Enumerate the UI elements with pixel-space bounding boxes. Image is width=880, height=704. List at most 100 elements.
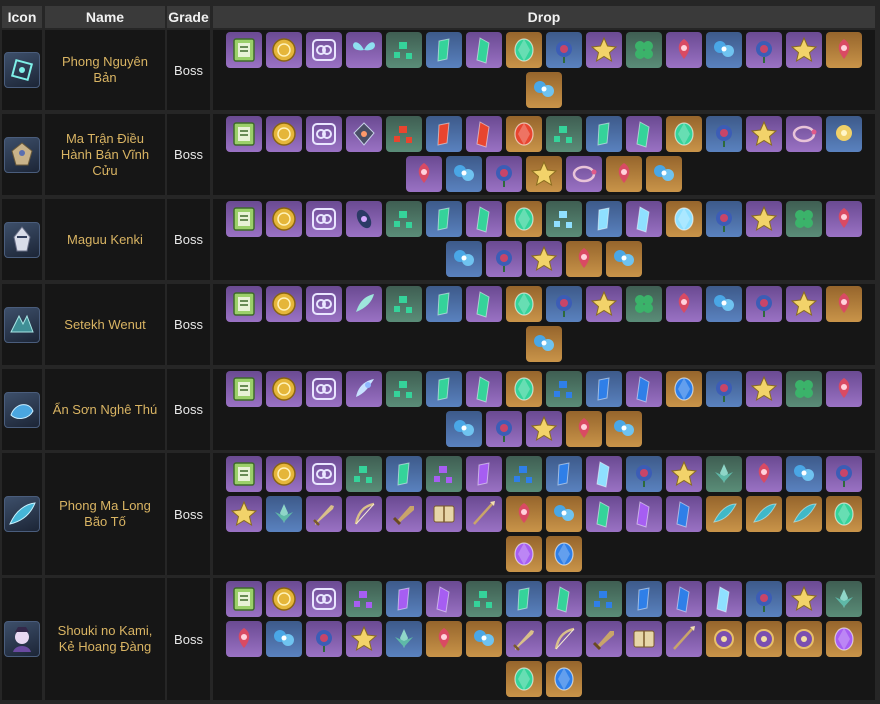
hydro-fragment-icon[interactable]: [586, 371, 622, 407]
companionship-exp-icon[interactable]: [306, 116, 342, 152]
clover-artifact-icon[interactable]: [626, 286, 662, 322]
companionship-exp-icon[interactable]: [306, 581, 342, 617]
hydro-sliver-icon[interactable]: [546, 371, 582, 407]
anemo-fragment-icon[interactable]: [426, 286, 462, 322]
blue-flower-artifact-icon[interactable]: [266, 621, 302, 657]
mora-coin-icon[interactable]: [266, 371, 302, 407]
red-flower-artifact-icon[interactable]: [226, 621, 262, 657]
polearm-weapon-icon[interactable]: [466, 496, 502, 532]
mora-coin-icon[interactable]: [266, 32, 302, 68]
red-flower-artifact-icon[interactable]: [666, 286, 702, 322]
character-exp-book-icon[interactable]: [226, 581, 262, 617]
anemo-chunk-icon[interactable]: [546, 581, 582, 617]
anemo-gemstone-icon[interactable]: [826, 496, 862, 532]
star-artifact-icon[interactable]: [666, 456, 702, 492]
electro-chunk-icon[interactable]: [626, 496, 662, 532]
character-exp-book-icon[interactable]: [226, 116, 262, 152]
blue-flower-artifact-icon[interactable]: [706, 286, 742, 322]
star-artifact-icon[interactable]: [746, 201, 782, 237]
hydro-chunk-icon[interactable]: [626, 371, 662, 407]
star-artifact-icon[interactable]: [586, 286, 622, 322]
character-exp-book-icon[interactable]: [226, 201, 262, 237]
lotus-artifact-icon[interactable]: [386, 621, 422, 657]
rose-artifact-icon[interactable]: [546, 286, 582, 322]
boss-name[interactable]: Phong Nguyên Bản: [45, 30, 165, 110]
anemo-chunk-icon[interactable]: [466, 286, 502, 322]
rose-artifact-icon[interactable]: [486, 156, 522, 192]
electro-sliver-icon[interactable]: [426, 456, 462, 492]
blue-flower-artifact-icon[interactable]: [606, 241, 642, 277]
boss-name[interactable]: Maguu Kenki: [45, 199, 165, 280]
mora-coin-icon[interactable]: [266, 201, 302, 237]
electro-gemstone-icon[interactable]: [826, 621, 862, 657]
sword-weapon-icon[interactable]: [506, 621, 542, 657]
blue-flower-artifact-icon[interactable]: [606, 411, 642, 447]
anemo-fragment-icon[interactable]: [426, 201, 462, 237]
hydro-sliver-icon[interactable]: [586, 581, 622, 617]
blue-flower-artifact-icon[interactable]: [786, 456, 822, 492]
character-exp-book-icon[interactable]: [226, 286, 262, 322]
rose-artifact-icon[interactable]: [826, 456, 862, 492]
blue-flower-artifact-icon[interactable]: [526, 72, 562, 108]
rose-artifact-icon[interactable]: [546, 32, 582, 68]
character-exp-book-icon[interactable]: [226, 32, 262, 68]
red-flower-artifact-icon[interactable]: [826, 286, 862, 322]
anemo-chunk-icon[interactable]: [466, 371, 502, 407]
red-flower-artifact-icon[interactable]: [826, 201, 862, 237]
companionship-exp-icon[interactable]: [306, 371, 342, 407]
cryo-gemstone-icon[interactable]: [666, 201, 702, 237]
anemo-gemstone-icon[interactable]: [506, 371, 542, 407]
hydro-fragment-icon[interactable]: [546, 456, 582, 492]
boss-name[interactable]: Shouki no Kami, Kẻ Hoang Đàng: [45, 578, 165, 700]
companionship-exp-icon[interactable]: [306, 456, 342, 492]
character-exp-book-icon[interactable]: [226, 456, 262, 492]
mora-coin-icon[interactable]: [266, 116, 302, 152]
feather-core-icon[interactable]: [346, 286, 382, 322]
lotus-artifact-icon[interactable]: [826, 581, 862, 617]
puppet-eye-core-icon[interactable]: [746, 621, 782, 657]
blue-flower-artifact-icon[interactable]: [526, 326, 562, 362]
star-artifact-icon[interactable]: [786, 32, 822, 68]
butterfly-core-icon[interactable]: [346, 32, 382, 68]
red-flower-artifact-icon[interactable]: [426, 621, 462, 657]
lotus-artifact-icon[interactable]: [266, 496, 302, 532]
blue-flower-artifact-icon[interactable]: [446, 411, 482, 447]
sword-weapon-icon[interactable]: [306, 496, 342, 532]
mora-coin-icon[interactable]: [266, 456, 302, 492]
electro-chunk-icon[interactable]: [426, 581, 462, 617]
blue-flower-artifact-icon[interactable]: [706, 32, 742, 68]
rose-artifact-icon[interactable]: [626, 456, 662, 492]
cryo-chunk-icon[interactable]: [586, 456, 622, 492]
catalyst-weapon-icon[interactable]: [626, 621, 662, 657]
rose-artifact-icon[interactable]: [706, 116, 742, 152]
anemo-fragment-icon[interactable]: [506, 581, 542, 617]
red-flower-artifact-icon[interactable]: [666, 32, 702, 68]
hydro-fragment-icon[interactable]: [626, 581, 662, 617]
rose-artifact-icon[interactable]: [746, 581, 782, 617]
hydro-gemstone-icon[interactable]: [666, 371, 702, 407]
anemo-sliver-icon[interactable]: [386, 371, 422, 407]
anemo-chunk-icon[interactable]: [466, 32, 502, 68]
character-exp-book-icon[interactable]: [226, 371, 262, 407]
rose-artifact-icon[interactable]: [486, 241, 522, 277]
anemo-gemstone-icon[interactable]: [506, 286, 542, 322]
cryo-chunk-icon[interactable]: [626, 201, 662, 237]
blue-flower-artifact-icon[interactable]: [446, 241, 482, 277]
blue-flower-artifact-icon[interactable]: [446, 156, 482, 192]
anemo-sliver-icon[interactable]: [466, 581, 502, 617]
blue-flower-artifact-icon[interactable]: [466, 621, 502, 657]
boss-name[interactable]: Setekh Wenut: [45, 284, 165, 365]
red-flower-artifact-icon[interactable]: [506, 496, 542, 532]
mask-core-icon[interactable]: [346, 201, 382, 237]
ring-artifact-icon[interactable]: [566, 156, 602, 192]
red-flower-artifact-icon[interactable]: [746, 456, 782, 492]
lotus-artifact-icon[interactable]: [706, 456, 742, 492]
rose-artifact-icon[interactable]: [706, 371, 742, 407]
yellow-flower-artifact-icon[interactable]: [826, 116, 862, 152]
anemo-fragment-icon[interactable]: [386, 456, 422, 492]
star-artifact-icon[interactable]: [786, 286, 822, 322]
polearm-weapon-icon[interactable]: [666, 621, 702, 657]
clover-artifact-icon[interactable]: [786, 371, 822, 407]
rose-artifact-icon[interactable]: [486, 411, 522, 447]
pyramid-core-icon[interactable]: [346, 116, 382, 152]
